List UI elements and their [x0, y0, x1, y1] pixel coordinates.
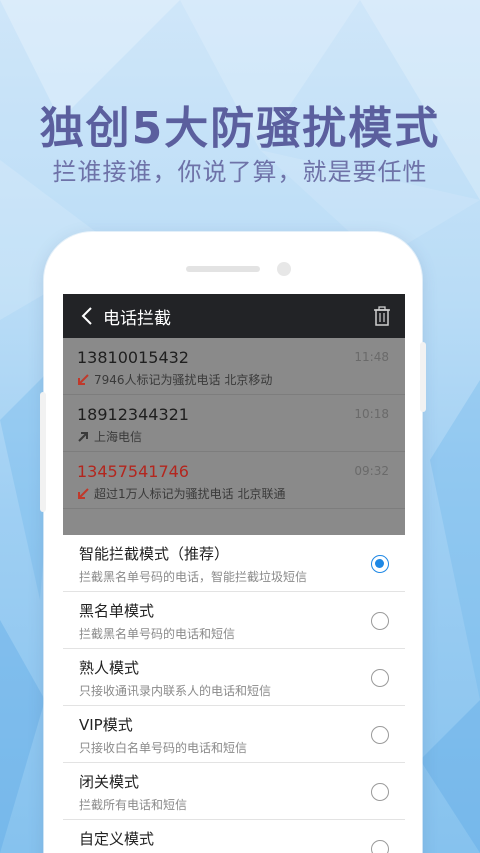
radio-unselected[interactable] — [371, 726, 389, 744]
mode-description: 只接收白名单号码的电话和短信 — [79, 741, 248, 755]
trash-icon[interactable] — [371, 304, 393, 328]
mode-description: 只接收通讯录内联系人的电话和短信 — [79, 684, 272, 698]
mode-title: 熟人模式 — [79, 659, 140, 677]
call-log-row[interactable]: 13810015432 11:48 7946人标记为骚扰电话 北京移动 — [63, 338, 405, 395]
call-log-row[interactable]: 18912344321 10:18 上海电信 — [63, 395, 405, 452]
call-info: 超过1万人标记为骚扰电话 北京联通 — [94, 487, 286, 501]
mode-title: VIP模式 — [79, 716, 133, 734]
mode-description: 拦截所有电话和短信 — [79, 798, 188, 812]
mode-title: 黑名单模式 — [79, 602, 155, 620]
phone-camera — [277, 262, 291, 276]
hero-title: 独创5大防骚扰模式 — [39, 103, 441, 154]
call-number: 13457541746 — [77, 462, 189, 481]
page-title: 电话拦截 — [103, 308, 171, 329]
radio-unselected[interactable] — [371, 783, 389, 801]
call-info: 7946人标记为骚扰电话 北京移动 — [94, 373, 273, 387]
call-number: 13810015432 — [77, 348, 189, 367]
call-log-row[interactable]: 13457541746 09:32 超过1万人标记为骚扰电话 北京联通 — [63, 452, 405, 509]
call-log-overlay: 13810015432 11:48 7946人标记为骚扰电话 北京移动 1891… — [63, 338, 405, 535]
blocked-call-arrow-icon — [77, 487, 89, 500]
mode-list: 智能拦截模式（推荐） 拦截黑名单号码的电话，智能拦截垃圾短信 黑名单模式 拦截黑… — [63, 535, 405, 853]
radio-unselected[interactable] — [371, 669, 389, 687]
phone-side-button-left — [40, 392, 46, 512]
mode-option-smart[interactable]: 智能拦截模式（推荐） 拦截黑名单号码的电话，智能拦截垃圾短信 — [63, 535, 405, 592]
mode-option-custom[interactable]: 自定义模式 — [63, 820, 405, 853]
mode-option-contacts[interactable]: 熟人模式 只接收通讯录内联系人的电话和短信 — [63, 649, 405, 706]
blocked-call-arrow-icon — [77, 373, 89, 386]
radio-selected[interactable] — [371, 555, 389, 573]
mode-title: 闭关模式 — [79, 773, 140, 791]
radio-unselected[interactable] — [371, 612, 389, 630]
mode-title: 自定义模式 — [79, 830, 155, 848]
hero-subtitle: 拦谁接谁，你说了算，就是要任性 — [52, 158, 428, 186]
mode-title: 智能拦截模式（推荐） — [79, 545, 230, 563]
call-info: 上海电信 — [94, 430, 143, 444]
mode-description: 拦截黑名单号码的电话，智能拦截垃圾短信 — [79, 570, 308, 584]
call-time: 10:18 — [354, 407, 389, 421]
call-time: 09:32 — [354, 464, 389, 478]
chevron-left-icon[interactable] — [81, 306, 95, 326]
radio-unselected[interactable] — [371, 840, 389, 853]
mode-option-vip[interactable]: VIP模式 只接收白名单号码的电话和短信 — [63, 706, 405, 763]
mode-option-lockdown[interactable]: 闭关模式 拦截所有电话和短信 — [63, 763, 405, 820]
phone-screen: 电话拦截 13810015432 11:48 7946人标记为骚扰电话 北京移动 — [63, 294, 405, 853]
phone-speaker — [186, 266, 260, 272]
phone-side-button-right — [420, 342, 426, 412]
call-time: 11:48 — [354, 350, 389, 364]
call-number: 18912344321 — [77, 405, 189, 424]
mode-description: 拦截黑名单号码的电话和短信 — [79, 627, 236, 641]
mode-option-blacklist[interactable]: 黑名单模式 拦截黑名单号码的电话和短信 — [63, 592, 405, 649]
outgoing-call-arrow-icon — [77, 431, 89, 443]
app-topbar: 电话拦截 — [63, 294, 405, 338]
